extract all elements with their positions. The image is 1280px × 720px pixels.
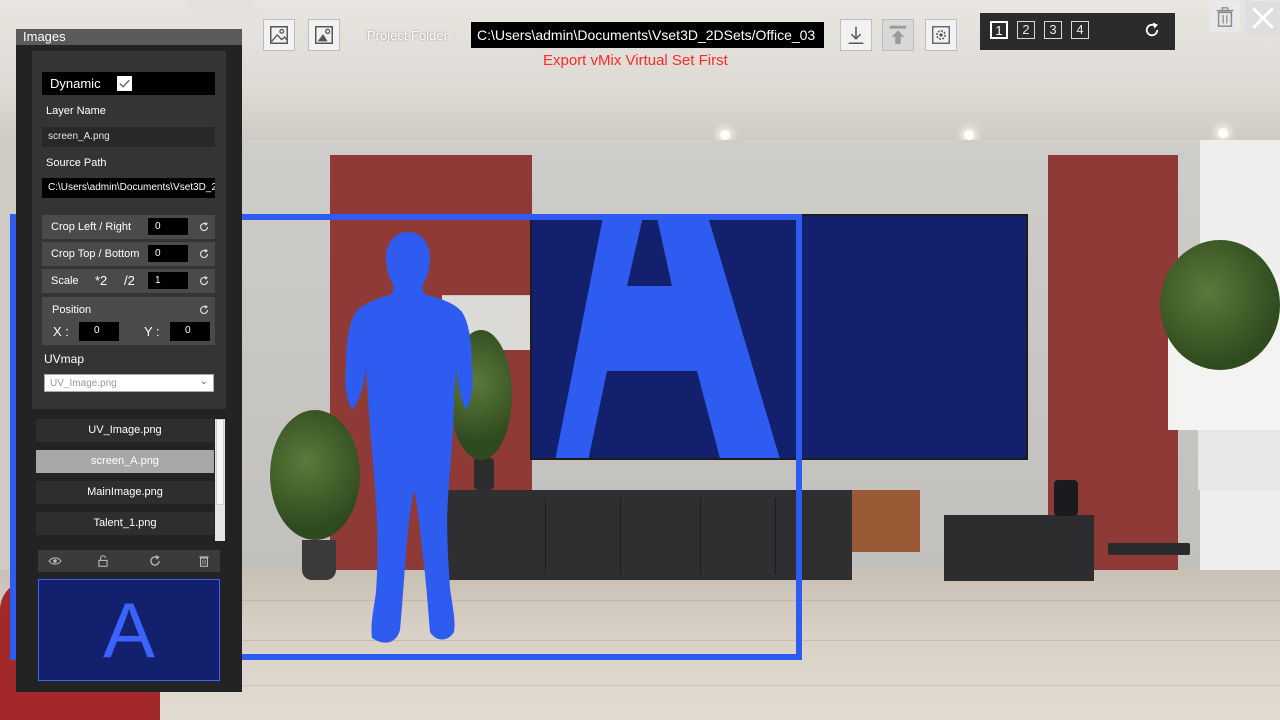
position-y-label: Y : (144, 324, 160, 339)
image-settings-button[interactable] (308, 19, 340, 51)
uvmap-select[interactable]: UV_Image.png ⌄ (44, 374, 214, 392)
refresh-icon[interactable] (198, 304, 210, 316)
uvmap-label: UVmap (44, 352, 85, 366)
crop-top-bottom-input[interactable]: 0 (148, 245, 188, 262)
upload-icon (889, 25, 907, 45)
downlight (720, 130, 730, 140)
crop-left-right-input[interactable]: 0 (148, 218, 188, 235)
export-warning: Export vMix Virtual Set First (543, 52, 728, 69)
position-group: Position X : 0 Y : 0 (42, 297, 215, 345)
side-cabinet (944, 515, 1094, 581)
source-path-label: Source Path (46, 157, 107, 169)
refresh-icon[interactable] (198, 248, 210, 260)
layer-tools (38, 550, 220, 572)
project-folder-input[interactable]: C:\Users\admin\Documents\Vset3D_2DSets/O… (471, 22, 824, 48)
speaker (1054, 480, 1078, 516)
tab-3[interactable]: 3 (1044, 21, 1062, 39)
image-icon (270, 26, 288, 44)
wood-cabinet (852, 490, 920, 552)
scale-half-button[interactable]: /2 (124, 273, 135, 288)
tab-2[interactable]: 2 (1017, 21, 1035, 39)
preview-letter: A (102, 586, 156, 674)
layer-item-uv-image[interactable]: UV_Image.png (36, 419, 214, 442)
scale-row: Scale *2 /2 1 (42, 269, 215, 293)
set-tab-bar: 1 2 3 4 (980, 13, 1175, 50)
crop-left-right-row: Crop Left / Right 0 (42, 215, 215, 239)
layer-list: UV_Image.png screen_A.png MainImage.png … (36, 419, 226, 541)
close-icon (1251, 6, 1274, 29)
position-y-input[interactable]: 0 (170, 322, 210, 341)
plant (1160, 240, 1280, 370)
add-image-button[interactable] (263, 19, 295, 51)
import-button[interactable] (840, 19, 872, 51)
image-settings-icon (315, 26, 333, 44)
tab-4[interactable]: 4 (1071, 21, 1089, 39)
position-label: Position (52, 304, 92, 316)
downlight (964, 130, 974, 140)
gear-icon (932, 26, 950, 44)
layer-item-talent-1[interactable]: Talent_1.png (36, 512, 214, 535)
source-path-input[interactable]: C:\Users\admin\Documents\Vset3D_2D (42, 178, 215, 198)
position-x-input[interactable]: 0 (79, 322, 119, 341)
side-table (1108, 543, 1190, 555)
trash-icon (1216, 6, 1233, 27)
layer-list-scrollbar[interactable] (215, 419, 225, 541)
talent-silhouette[interactable] (330, 228, 490, 648)
wall-shelf (1198, 430, 1280, 490)
project-folder-label: Project Folder : (367, 28, 456, 43)
crop-left-right-label: Crop Left / Right (51, 221, 132, 233)
scrollbar-thumb[interactable] (216, 419, 224, 505)
crop-top-bottom-row: Crop Top / Bottom 0 (42, 242, 215, 266)
refresh-icon[interactable] (198, 275, 210, 287)
refresh-icon[interactable] (198, 221, 210, 233)
download-icon (848, 26, 864, 44)
images-panel: Images Dynamic Layer Name screen_A.png S… (16, 29, 242, 692)
delete-button[interactable] (1209, 1, 1240, 32)
scale-input[interactable]: 1 (148, 272, 188, 289)
layer-item-screen-a[interactable]: screen_A.png (36, 450, 214, 473)
dynamic-toggle[interactable]: Dynamic (42, 72, 215, 95)
export-button[interactable] (882, 19, 914, 51)
uvmap-selected-value: UV_Image.png (50, 378, 117, 389)
tab-1[interactable]: 1 (990, 21, 1008, 39)
panel-title: Images (16, 29, 242, 45)
checkmark-icon (119, 79, 130, 88)
refresh-icon[interactable] (148, 554, 162, 568)
layer-name-input[interactable]: screen_A.png (42, 127, 215, 147)
trash-icon[interactable] (197, 554, 211, 568)
scale-label: Scale (51, 275, 79, 287)
lock-icon[interactable] (96, 554, 110, 568)
layer-item-main-image[interactable]: MainImage.png (36, 481, 214, 504)
close-button[interactable] (1245, 1, 1280, 34)
crop-top-bottom-label: Crop Top / Bottom (51, 248, 140, 260)
downlight (1218, 128, 1228, 138)
dynamic-label: Dynamic (50, 76, 101, 91)
scale-double-button[interactable]: *2 (95, 273, 107, 288)
refresh-icon[interactable] (1143, 21, 1161, 39)
settings-button[interactable] (925, 19, 957, 51)
layer-name-label: Layer Name (46, 105, 106, 117)
dynamic-checkbox[interactable] (117, 76, 132, 91)
eye-icon[interactable] (48, 554, 62, 568)
layer-preview: A (38, 579, 220, 681)
position-x-label: X : (53, 324, 69, 339)
chevron-down-icon: ⌄ (199, 376, 208, 387)
